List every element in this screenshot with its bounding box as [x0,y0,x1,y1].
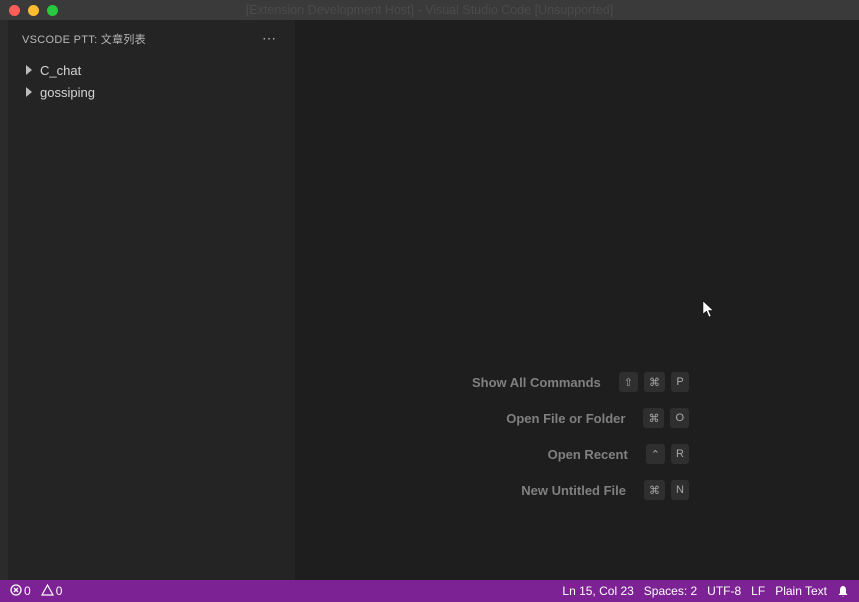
cmd-label: Open File or Folder [506,411,625,426]
statusbar-left: 0 0 [10,584,62,599]
sidebar-header: VSCODE PTT: 文章列表 ⋯ [8,20,295,57]
key-group: ⌘ O [643,408,689,428]
window-controls [0,5,58,16]
cmd-open-recent: Open Recent ⌃ R [548,444,689,464]
status-eol[interactable]: LF [751,584,765,598]
close-window-button[interactable] [9,5,20,16]
tree-item-label: gossiping [40,85,95,100]
editor-area: Show All Commands ⇧ ⌘ P Open File or Fol… [295,20,859,580]
sidebar-more-button[interactable]: ⋯ [258,30,281,47]
sidebar: VSCODE PTT: 文章列表 ⋯ C_chat gossiping [8,20,295,580]
status-errors[interactable]: 0 [10,584,31,599]
mouse-cursor-icon [702,300,716,323]
cmd-label: Show All Commands [472,375,601,390]
cmd-label: New Untitled File [521,483,626,498]
key-group: ⌃ R [646,444,689,464]
maximize-window-button[interactable] [47,5,58,16]
key: P [671,372,689,392]
chevron-right-icon [24,87,34,97]
warning-count: 0 [56,584,63,598]
chevron-right-icon [24,65,34,75]
tree-item[interactable]: gossiping [8,81,295,103]
cmd-new-untitled: New Untitled File ⌘ N [521,480,689,500]
key: ⌘ [643,408,664,428]
status-cursor-position[interactable]: Ln 15, Col 23 [562,584,633,598]
sidebar-tree: C_chat gossiping [8,57,295,105]
key: ⌃ [646,444,665,464]
statusbar-right: Ln 15, Col 23 Spaces: 2 UTF-8 LF Plain T… [562,584,849,598]
warning-icon [41,584,54,599]
key: O [670,408,689,428]
status-encoding[interactable]: UTF-8 [707,584,741,598]
key-group: ⇧ ⌘ P [619,372,689,392]
cmd-label: Open Recent [548,447,628,462]
key: N [671,480,689,500]
status-indentation[interactable]: Spaces: 2 [644,584,697,598]
welcome-commands: Show All Commands ⇧ ⌘ P Open File or Fol… [472,372,689,500]
sidebar-title: VSCODE PTT: 文章列表 [22,31,146,47]
cmd-open-file: Open File or Folder ⌘ O [506,408,689,428]
bell-icon[interactable] [837,585,849,598]
statusbar: 0 0 Ln 15, Col 23 Spaces: 2 UTF-8 LF Pla… [0,580,859,602]
key: R [671,444,689,464]
key: ⌘ [644,372,665,392]
titlebar: [Extension Development Host] - Visual St… [0,0,859,20]
key: ⌘ [644,480,665,500]
status-warnings[interactable]: 0 [41,584,63,599]
key: ⇧ [619,372,638,392]
window-title: [Extension Development Host] - Visual St… [246,3,613,17]
main-area: VSCODE PTT: 文章列表 ⋯ C_chat gossiping [0,20,859,580]
error-icon [10,584,22,599]
tree-item[interactable]: C_chat [8,59,295,81]
minimize-window-button[interactable] [28,5,39,16]
activity-bar[interactable] [0,20,8,580]
tree-item-label: C_chat [40,63,81,78]
key-group: ⌘ N [644,480,689,500]
error-count: 0 [24,584,31,598]
cmd-show-all-commands: Show All Commands ⇧ ⌘ P [472,372,689,392]
status-language-mode[interactable]: Plain Text [775,584,827,598]
